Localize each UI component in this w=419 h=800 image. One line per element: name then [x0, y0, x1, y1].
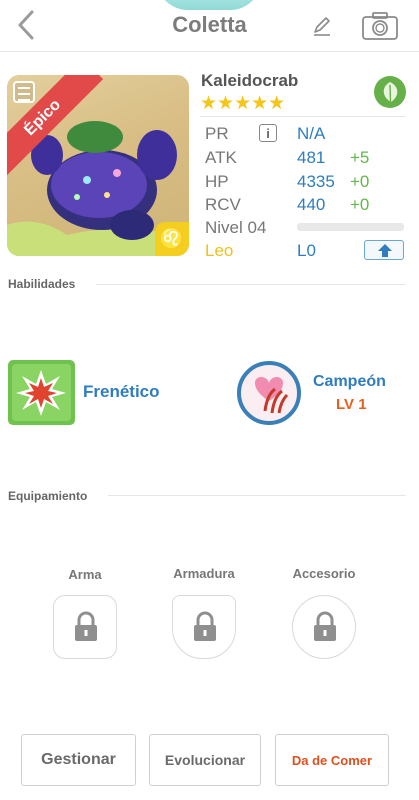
equip-slot-label: Arma	[68, 567, 102, 582]
divider	[96, 284, 406, 285]
divider	[200, 116, 406, 117]
star-rating: ★★★★★	[200, 93, 286, 114]
edit-name-button[interactable]	[310, 14, 334, 38]
avatar	[156, 0, 262, 10]
evolve-button[interactable]: Evolucionar	[149, 734, 261, 786]
rcv-label: RCV	[205, 195, 241, 214]
camera-icon	[362, 12, 398, 40]
info-icon[interactable]: i	[259, 124, 277, 142]
camera-button[interactable]	[361, 11, 399, 41]
skill-name[interactable]: Frenético	[83, 382, 160, 402]
hp-bonus: +0	[350, 172, 370, 191]
lock-icon	[194, 611, 216, 641]
pr-value: N/A	[297, 124, 326, 143]
pr-label: PR	[205, 124, 229, 143]
skill-icon[interactable]	[8, 360, 75, 425]
element-badge	[374, 76, 406, 108]
page-title: Coletta	[172, 12, 247, 37]
top-bar: Coletta	[0, 0, 419, 52]
rcv-bonus: +0	[350, 195, 370, 214]
leaf-icon	[383, 82, 398, 103]
equip-slot-label: Armadura	[173, 566, 235, 581]
rcv-value: 440	[297, 195, 326, 214]
manage-button[interactable]: Gestionar	[21, 734, 136, 786]
pencil-icon	[314, 17, 330, 36]
skills-section-title: Habilidades	[8, 277, 76, 291]
lock-icon	[314, 611, 336, 641]
atk-value: 481	[297, 148, 326, 167]
divider	[108, 495, 406, 496]
arrow-up-icon	[378, 244, 392, 257]
accessory-slot[interactable]	[292, 595, 356, 659]
armor-slot[interactable]	[172, 595, 236, 659]
rank-label: L0	[297, 241, 316, 260]
atk-bonus: +5	[350, 148, 370, 167]
hp-label: HP	[205, 172, 229, 191]
weapon-slot[interactable]	[53, 595, 117, 659]
hp-value: 4335	[297, 172, 335, 191]
xp-progress-bar	[297, 223, 404, 231]
atk-label: ATK	[205, 148, 237, 167]
zodiac-badge: ♌	[155, 222, 189, 256]
level-label: Nivel 04	[205, 218, 267, 237]
trait-level: LV 1	[336, 396, 367, 413]
trait-icon[interactable]	[237, 361, 301, 425]
monster-portrait[interactable]: Épico ♌	[7, 75, 189, 256]
feed-button[interactable]: Da de Comer	[275, 734, 389, 786]
equipment-section-title: Equipamiento	[8, 489, 88, 503]
zodiac-label: Leo	[205, 241, 234, 260]
codex-icon[interactable]	[13, 81, 35, 103]
lock-icon	[75, 611, 97, 641]
level-up-button[interactable]	[364, 240, 404, 260]
monster-name: Kaleidocrab	[201, 71, 299, 90]
equip-slot-label: Accesorio	[292, 566, 356, 581]
heart-claw-icon	[255, 377, 289, 414]
explosion-icon	[12, 364, 71, 421]
trait-name[interactable]: Campeón	[313, 373, 386, 391]
